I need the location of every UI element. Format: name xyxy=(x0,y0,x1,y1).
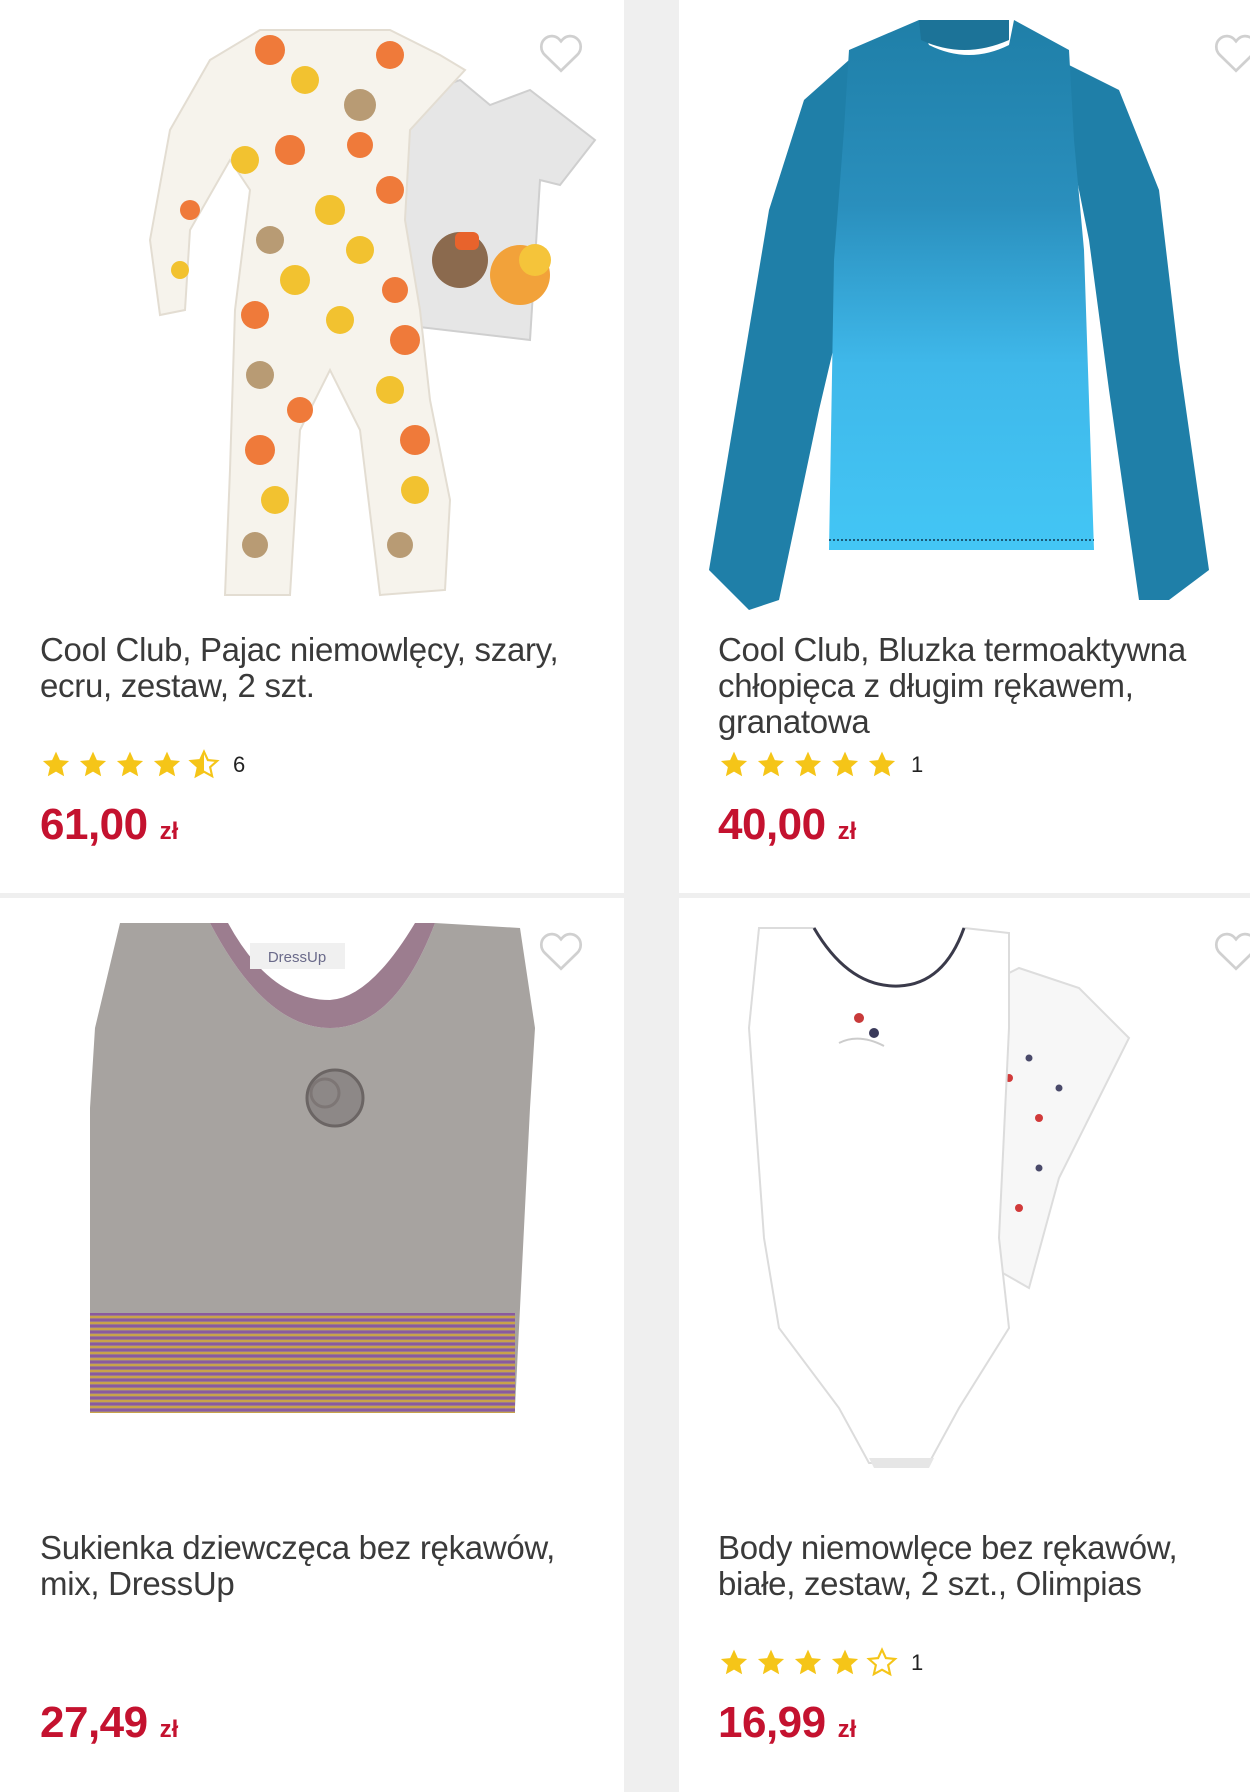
product-price: 16,99 zł xyxy=(718,1698,856,1748)
rating-count: 1 xyxy=(911,752,924,777)
product-title[interactable]: Sukienka dziewczęca bez rękawów, mix, Dr… xyxy=(40,1530,600,1602)
star-full-icon xyxy=(151,749,183,781)
product-title[interactable]: Cool Club, Pajac niemowlęcy, szary, ecru… xyxy=(40,632,600,704)
product-image[interactable] xyxy=(709,908,1249,1508)
wishlist-heart-icon[interactable] xyxy=(536,926,586,976)
product-card[interactable]: Cool Club, Pajac niemowlęcy, szary, ecru… xyxy=(0,0,624,893)
price-currency: zł xyxy=(159,1716,179,1743)
star-full-icon xyxy=(40,749,72,781)
product-rating: 1 xyxy=(718,748,923,782)
product-title[interactable]: Cool Club, Bluzka termoaktywna chłopięca… xyxy=(718,632,1238,740)
star-full-icon xyxy=(114,749,146,781)
product-rating: 1 xyxy=(718,1646,923,1680)
product-grid: Cool Club, Pajac niemowlęcy, szary, ecru… xyxy=(0,0,1250,1792)
product-price: 61,00 zł xyxy=(40,800,178,850)
sleeveless-dress-illustration: DressUp xyxy=(90,923,535,1413)
star-full-icon xyxy=(866,749,898,781)
price-value: 40,00 xyxy=(718,800,826,849)
sleepsuit-illustration xyxy=(148,29,597,597)
price-value: 16,99 xyxy=(718,1698,826,1747)
price-value: 61,00 xyxy=(40,800,148,849)
price-currency: zł xyxy=(159,818,179,845)
product-price: 27,49 zł xyxy=(40,1698,178,1748)
baby-bodysuit-illustration xyxy=(747,926,1131,1468)
price-currency: zł xyxy=(837,1716,857,1743)
product-rating: 6 xyxy=(40,748,245,782)
star-full-icon xyxy=(718,749,750,781)
product-card[interactable]: DressUp Sukienka dziewczęca bez rękawów,… xyxy=(0,898,624,1792)
star-full-icon xyxy=(755,749,787,781)
star-full-icon xyxy=(829,1647,861,1679)
long-sleeve-top-illustration xyxy=(709,20,1209,610)
star-full-icon xyxy=(77,749,109,781)
star-full-icon xyxy=(792,1647,824,1679)
star-full-icon xyxy=(792,749,824,781)
star-full-icon xyxy=(755,1647,787,1679)
product-title[interactable]: Body niemowlęce bez rękawów, białe, zest… xyxy=(718,1530,1238,1602)
product-image[interactable] xyxy=(709,10,1249,610)
star-half-icon xyxy=(188,749,220,781)
price-currency: zł xyxy=(837,818,857,845)
product-card[interactable]: Body niemowlęce bez rękawów, białe, zest… xyxy=(679,898,1250,1792)
price-value: 27,49 xyxy=(40,1698,148,1747)
product-price: 40,00 zł xyxy=(718,800,856,850)
product-image[interactable]: DressUp xyxy=(60,908,600,1508)
rating-count: 6 xyxy=(233,752,246,777)
star-full-icon xyxy=(718,1647,750,1679)
dress-tag-label: DressUp xyxy=(268,949,326,966)
star-empty-icon xyxy=(866,1647,898,1679)
rating-count: 1 xyxy=(911,1650,924,1675)
wishlist-heart-icon[interactable] xyxy=(1211,28,1250,78)
product-card[interactable]: Cool Club, Bluzka termoaktywna chłopięca… xyxy=(679,0,1250,893)
wishlist-heart-icon[interactable] xyxy=(536,28,586,78)
wishlist-heart-icon[interactable] xyxy=(1211,926,1250,976)
star-full-icon xyxy=(829,749,861,781)
product-image[interactable] xyxy=(60,10,600,610)
